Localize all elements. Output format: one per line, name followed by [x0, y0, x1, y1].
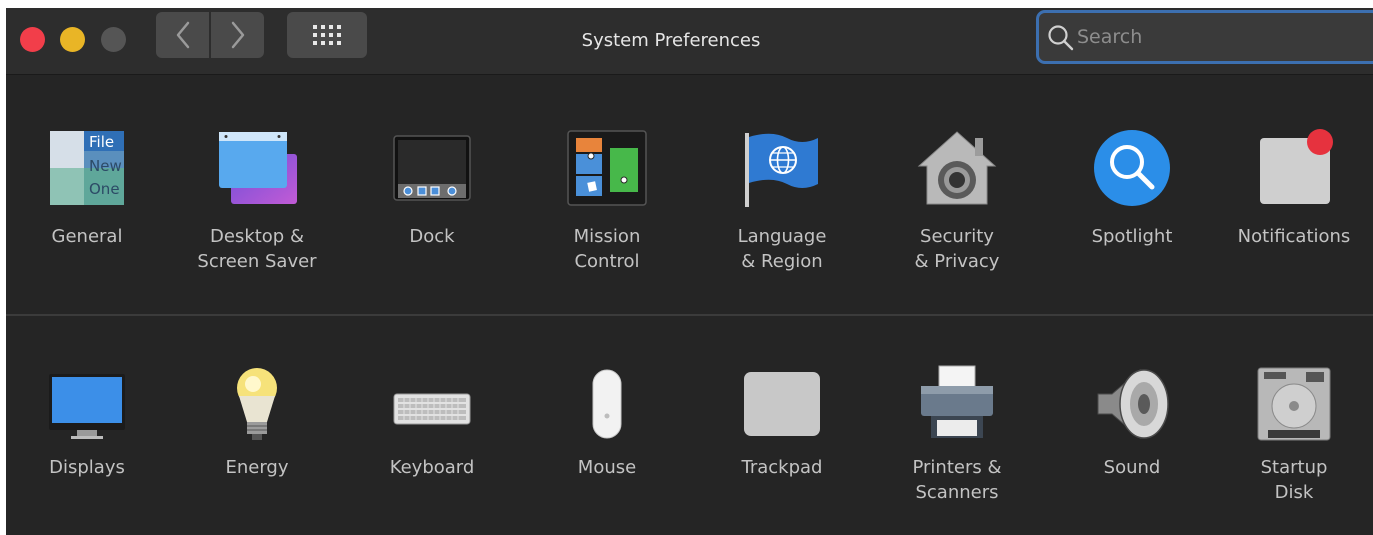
title-bar: System Preferences: [6, 8, 1373, 75]
minimize-button[interactable]: [60, 27, 85, 52]
zoom-button[interactable]: [101, 27, 126, 52]
pane-spotlight[interactable]: Spotlight: [1047, 76, 1217, 306]
grid-icon: [313, 25, 341, 45]
pane-label: Dock: [409, 226, 455, 247]
pane-label: Mission Control: [573, 226, 641, 272]
preferences-row-personal: File New One General Desktop & Screen Sa…: [6, 76, 1373, 314]
lightbulb-icon: [237, 368, 277, 440]
hard-disk-icon: [1257, 367, 1331, 441]
printer-icon: [921, 365, 993, 438]
pane-security-privacy[interactable]: Security & Privacy: [872, 76, 1042, 306]
chevron-left-icon: [176, 21, 189, 49]
preferences-row-hardware: Displays Energy Keyboard Mouse Trackpad …: [6, 314, 1373, 535]
keyboard-icon: [393, 393, 471, 425]
pane-label: Desktop & Screen Saver: [197, 226, 317, 272]
pane-mouse[interactable]: Mouse: [522, 316, 692, 531]
mission-control-icon: [567, 130, 647, 206]
pane-label: Displays: [49, 457, 125, 478]
close-button[interactable]: [20, 27, 45, 52]
notifications-icon: [1260, 129, 1333, 204]
pane-dock[interactable]: Dock: [347, 76, 517, 306]
window-title: System Preferences: [581, 30, 761, 51]
mouse-icon: [592, 369, 622, 439]
pane-label: Security & Privacy: [914, 226, 1000, 272]
pane-displays[interactable]: Displays: [6, 316, 172, 531]
pane-general[interactable]: File New One General: [6, 76, 172, 306]
forward-button[interactable]: [211, 12, 264, 58]
back-button[interactable]: [156, 12, 209, 58]
pane-label: Energy: [225, 457, 289, 478]
house-lock-icon: [917, 131, 997, 205]
magnifier-icon: [1094, 130, 1170, 206]
search-icon: [1048, 25, 1074, 51]
pane-label: Sound: [1103, 457, 1161, 478]
pane-energy[interactable]: Energy: [172, 316, 342, 531]
pane-language-region[interactable]: Language & Region: [697, 76, 867, 306]
chevron-right-icon: [231, 21, 244, 49]
pane-label: Trackpad: [741, 457, 823, 478]
pane-notifications[interactable]: Notifications: [1209, 76, 1373, 306]
pane-label: General: [51, 226, 123, 247]
pane-startup-disk[interactable]: Startup Disk: [1209, 316, 1373, 531]
pane-label: Notifications: [1237, 226, 1351, 247]
pane-trackpad[interactable]: Trackpad: [697, 316, 867, 531]
globe-flag-icon: [745, 133, 818, 207]
svg-text:File: File: [89, 133, 114, 151]
pane-sound[interactable]: Sound: [1047, 316, 1217, 531]
pane-label: Keyboard: [389, 457, 475, 478]
search-field[interactable]: [1036, 10, 1373, 64]
pane-label: Mouse: [577, 457, 637, 478]
pane-label: Printers & Scanners: [912, 457, 1002, 503]
pane-label: Language & Region: [737, 226, 827, 272]
pane-label: Startup Disk: [1260, 457, 1328, 503]
pane-keyboard[interactable]: Keyboard: [347, 316, 517, 531]
system-preferences-window: System Preferences File New One General: [6, 8, 1373, 535]
trackpad-icon: [744, 372, 820, 436]
pane-label: Spotlight: [1091, 226, 1173, 247]
show-all-button[interactable]: [287, 12, 367, 58]
pane-mission-control[interactable]: Mission Control: [522, 76, 692, 306]
search-input[interactable]: [1077, 22, 1367, 52]
general-icon: File New One: [50, 131, 124, 205]
dock-icon: [393, 135, 471, 201]
svg-text:New: New: [89, 157, 122, 175]
speaker-icon: [1097, 368, 1169, 440]
svg-text:One: One: [89, 180, 120, 198]
pane-printers-scanners[interactable]: Printers & Scanners: [872, 316, 1042, 531]
pane-desktop-screen-saver[interactable]: Desktop & Screen Saver: [172, 76, 342, 306]
monitor-icon: [49, 374, 125, 439]
desktop-screensaver-icon: [219, 132, 297, 204]
